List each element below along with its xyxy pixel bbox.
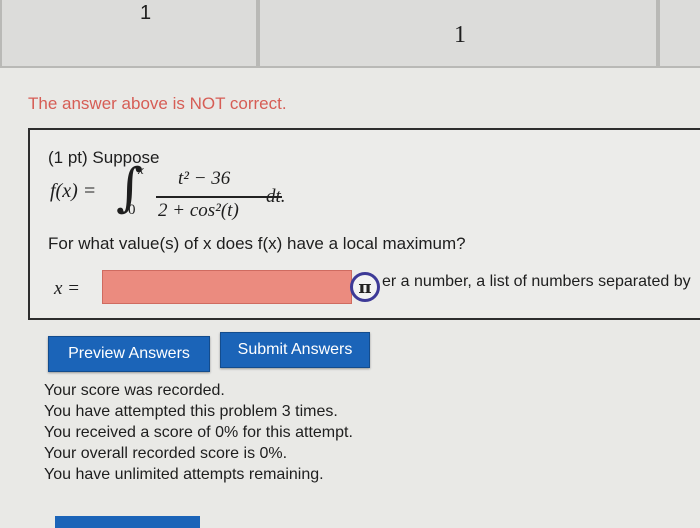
result-line: You have unlimited attempts remaining. <box>44 466 324 483</box>
answer-input[interactable] <box>102 270 352 304</box>
fraction-bar <box>156 196 282 198</box>
format-hint: er a number, a list of numbers separated… <box>382 273 691 290</box>
result-line: Your overall recorded score is 0%. <box>44 445 288 462</box>
result-line: Your score was recorded. <box>44 382 225 399</box>
submit-answers-button[interactable]: Submit Answers <box>220 332 370 368</box>
table-cell: 1 <box>0 0 258 68</box>
score-results: Your score was recorded. You have attemp… <box>44 380 353 485</box>
result-line: You have attempted this problem 3 times. <box>44 403 338 420</box>
question-text: For what value(s) of x does f(x) have a … <box>48 234 466 253</box>
cell-value: 1 <box>140 2 152 24</box>
upper-limit: x <box>138 162 144 177</box>
previous-answer-table: 1 1 <box>0 0 700 72</box>
result-line: You received a score of 0% for this atte… <box>44 424 353 441</box>
problem-box: (1 pt) Suppose f(x) = ∫ x 0 t² − 36 2 + … <box>28 128 700 320</box>
lower-limit: 0 <box>128 202 136 218</box>
cell-value: 1 <box>454 22 466 48</box>
table-cell <box>658 0 700 68</box>
differential: dt. <box>266 186 286 207</box>
next-button-partial[interactable] <box>55 516 200 528</box>
answer-label: x = <box>54 278 81 299</box>
denominator: 2 + cos²(t) <box>158 200 239 221</box>
table-cell: 1 <box>258 0 658 68</box>
incorrect-warning: The answer above is NOT correct. <box>28 94 287 113</box>
numerator: t² − 36 <box>178 168 231 189</box>
function-label: f(x) = <box>50 180 97 202</box>
pi-icon[interactable]: π <box>350 272 380 302</box>
preview-answers-button[interactable]: Preview Answers <box>48 336 210 372</box>
